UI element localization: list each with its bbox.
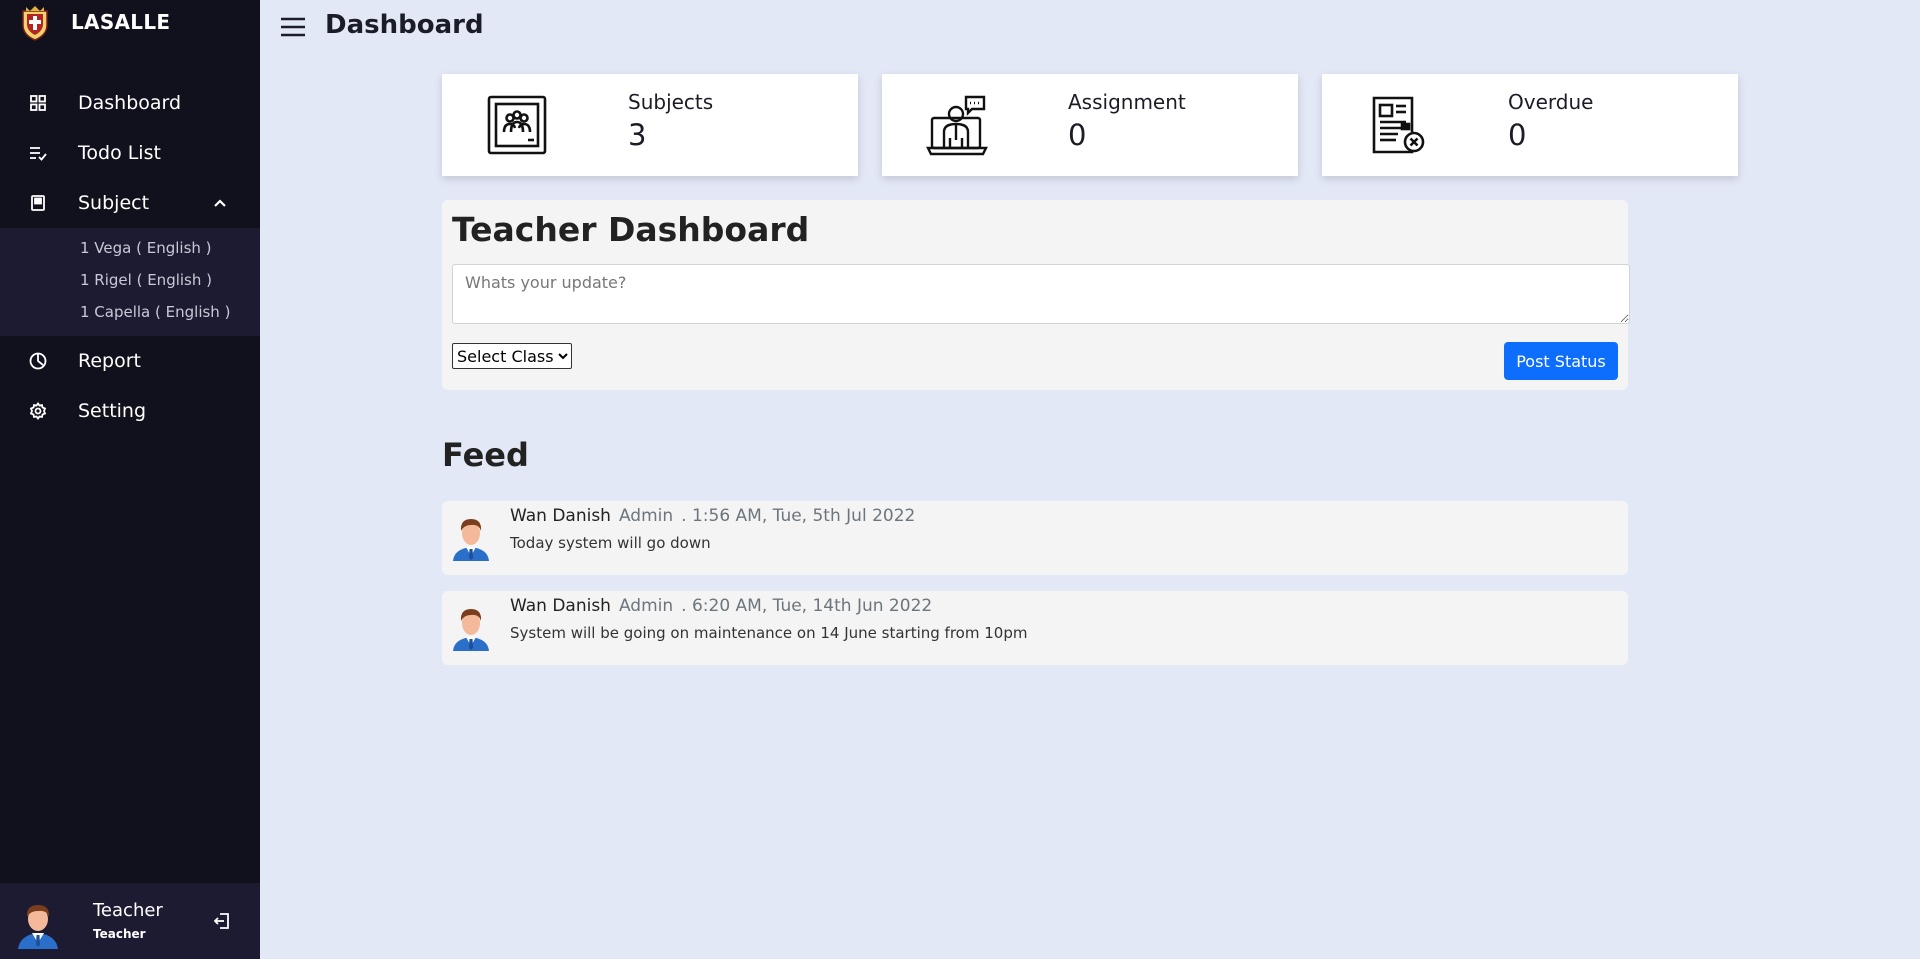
select-class-dropdown[interactable]: Select Class xyxy=(452,343,572,369)
sidebar-item-report[interactable]: Report xyxy=(0,336,260,386)
feed-title: Feed xyxy=(442,436,529,474)
class-frame-icon xyxy=(487,95,547,155)
lasalle-crest-icon xyxy=(22,6,48,41)
logout-icon[interactable] xyxy=(212,911,232,931)
sidebar-item-label: Dashboard xyxy=(78,92,182,114)
feed-author: Wan Danish xyxy=(510,506,611,526)
feed-text: System will be going on maintenance on 1… xyxy=(510,624,1028,642)
subject-item-rigel[interactable]: 1 Rigel ( English ) xyxy=(0,264,260,296)
feed-role: Admin xyxy=(618,596,674,616)
subject-item-capella[interactable]: 1 Capella ( English ) xyxy=(0,296,260,328)
profile-panel: Teacher Teacher xyxy=(0,883,260,959)
feed-meta: Wan Danish Admin . 6:20 AM, Tue, 14th Jun … xyxy=(510,596,932,616)
pie-chart-icon xyxy=(29,352,47,370)
stat-card-label: Overdue xyxy=(1508,90,1594,114)
status-update-input[interactable] xyxy=(452,264,1630,324)
teacher-dashboard-panel: Teacher Dashboard Select Class Post Stat… xyxy=(442,200,1630,390)
hamburger-menu-icon[interactable] xyxy=(280,16,306,38)
stat-card-value: 0 xyxy=(1068,118,1087,152)
subject-submenu: 1 Vega ( English ) 1 Rigel ( English ) 1… xyxy=(0,228,260,336)
stat-card-label: Assignment xyxy=(1068,90,1186,114)
sidebar-item-dashboard[interactable]: Dashboard xyxy=(0,78,260,128)
feed-item: Wan Danish Admin . 1:56 AM, Tue, 5th Jul 2… xyxy=(442,501,1628,575)
profile-name: Teacher xyxy=(93,900,163,921)
stat-card-value: 3 xyxy=(628,118,647,152)
sidebar-item-label: Report xyxy=(78,350,141,372)
sidebar: LASALLE Dashboard Todo List Subject 1 Ve… xyxy=(0,0,260,959)
chevron-up-icon[interactable] xyxy=(213,196,227,210)
brand[interactable]: LASALLE xyxy=(0,0,260,48)
online-teacher-icon xyxy=(926,95,988,156)
feed-meta: Wan Danish Admin . 1:56 AM, Tue, 5th Jul 2… xyxy=(510,506,915,526)
sidebar-item-label: Todo List xyxy=(78,142,161,164)
feed-role: Admin xyxy=(618,506,674,526)
sidebar-item-subject[interactable]: Subject xyxy=(0,178,260,228)
subject-item-vega[interactable]: 1 Vega ( English ) xyxy=(0,232,260,264)
stat-card-assignment[interactable]: Assignment 0 xyxy=(882,74,1298,176)
avatar[interactable] xyxy=(14,899,62,949)
avatar xyxy=(453,609,489,651)
feed-timestamp: . 1:56 AM, Tue, 5th Jul 2022 xyxy=(681,506,916,526)
document-cancel-icon xyxy=(1372,96,1425,154)
sidebar-nav: Dashboard Todo List Subject 1 Vega (Eng… xyxy=(0,78,260,436)
sidebar-item-label: Subject xyxy=(78,192,150,214)
feed-item: Wan Danish Admin . 6:20 AM, Tue, 14th Jun … xyxy=(442,591,1628,665)
feed-timestamp: . 6:20 AM, Tue, 14th Jun 2022 xyxy=(681,596,933,616)
stat-card-value: 0 xyxy=(1508,118,1527,152)
gear-icon xyxy=(29,402,47,420)
feed-author: Wan Danish xyxy=(510,596,611,616)
profile-role: Teacher xyxy=(93,927,146,941)
stat-card-label: Subjects xyxy=(628,90,714,114)
sidebar-item-label: Setting xyxy=(78,400,147,422)
post-status-button[interactable]: Post Status xyxy=(1504,342,1618,380)
brand-name: LASALLE xyxy=(71,10,171,34)
panel-title: Teacher Dashboard xyxy=(452,210,810,249)
book-icon xyxy=(29,194,47,212)
sidebar-item-todo-list[interactable]: Todo List xyxy=(0,128,260,178)
stat-card-overdue[interactable]: Overdue 0 xyxy=(1322,74,1738,176)
sidebar-item-setting[interactable]: Setting xyxy=(0,386,260,436)
list-check-icon xyxy=(29,144,47,162)
stat-card-subjects[interactable]: Subjects 3 xyxy=(442,74,858,176)
avatar xyxy=(453,519,489,561)
feed-text: Today system will go down xyxy=(510,534,711,552)
page-title: Dashboard xyxy=(325,10,484,40)
grid-icon xyxy=(29,94,47,112)
